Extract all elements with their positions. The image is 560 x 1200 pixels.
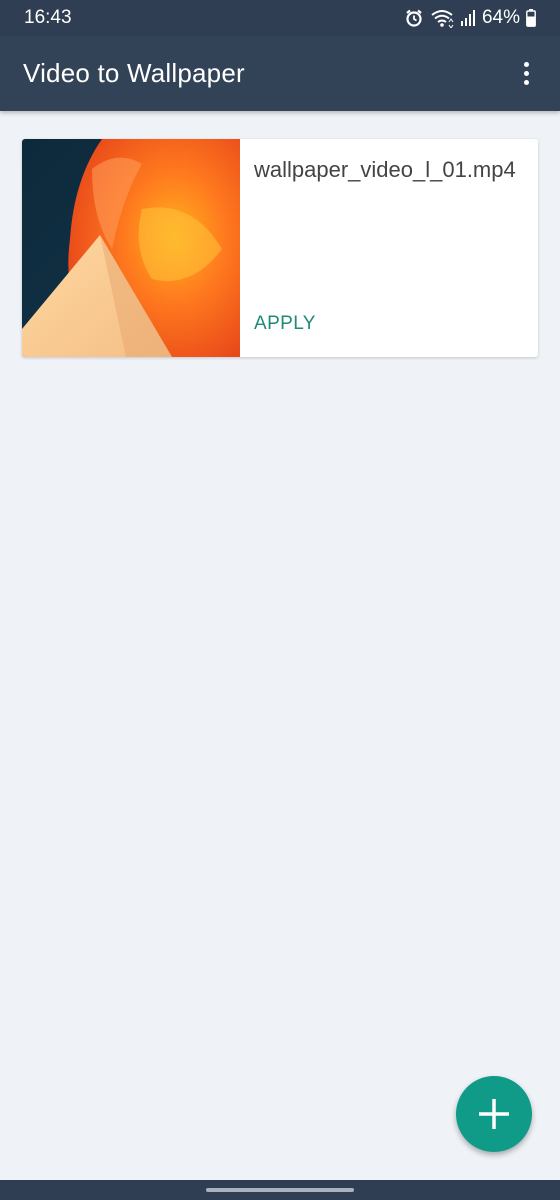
- home-gesture-handle[interactable]: [206, 1188, 354, 1192]
- alarm-icon: [406, 9, 422, 27]
- app-bar: Video to Wallpaper: [0, 36, 560, 111]
- battery-icon: [526, 9, 536, 27]
- wifi-icon: [431, 10, 454, 28]
- video-file-name: wallpaper_video_l_01.mp4: [254, 157, 516, 182]
- more-vert-icon: [523, 62, 529, 67]
- video-card[interactable]: wallpaper_video_l_01.mp4 APPLY: [22, 139, 538, 357]
- video-card-body: wallpaper_video_l_01.mp4 APPLY: [240, 139, 538, 357]
- video-thumbnail[interactable]: [22, 139, 240, 357]
- battery-percent: 64%: [481, 7, 520, 28]
- app-title: Video to Wallpaper: [23, 58, 245, 88]
- more-options-button[interactable]: [506, 50, 546, 98]
- apply-button[interactable]: APPLY: [254, 313, 316, 335]
- navigation-bar: [0, 1180, 560, 1200]
- status-time: 16:43: [24, 7, 72, 28]
- add-video-button[interactable]: [456, 1076, 532, 1152]
- signal-icon: [460, 10, 475, 26]
- status-icons: 64%: [404, 7, 536, 29]
- add-icon: [479, 1099, 509, 1129]
- status-bar: 16:43 64%: [0, 0, 560, 36]
